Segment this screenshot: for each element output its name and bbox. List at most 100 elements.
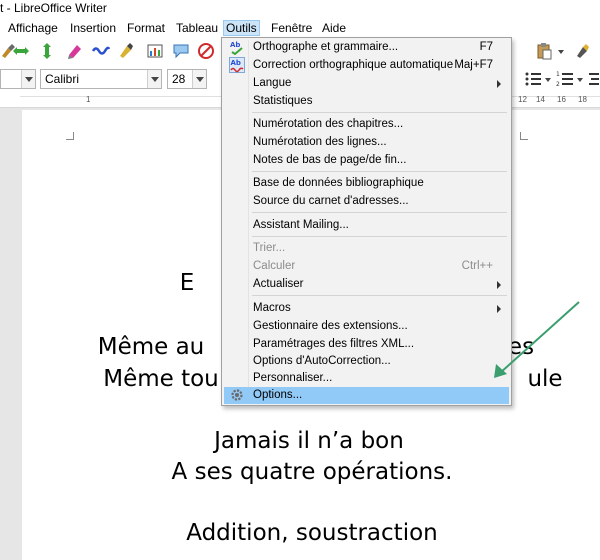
spelling-underline-icon[interactable]: [92, 42, 110, 60]
menu-item-xml-filter-settings[interactable]: Paramétrages des filtres XML...: [224, 336, 509, 353]
menu-separator: [252, 295, 507, 296]
ruler-number: 12: [518, 95, 527, 104]
menu-item-label: Numérotation des lignes...: [253, 136, 387, 148]
horizontal-arrows-icon[interactable]: [12, 42, 30, 60]
menu-separator: [252, 236, 507, 237]
menu-item-label: Options d'AutoCorrection...: [253, 355, 391, 367]
chevron-down-icon[interactable]: [21, 70, 35, 88]
page-corner-mark: [66, 132, 74, 140]
menu-separator: [252, 212, 507, 213]
menu-format[interactable]: Format: [125, 20, 167, 36]
font-name-combo[interactable]: Calibri: [40, 69, 162, 89]
submenu-arrow-icon: [497, 80, 501, 88]
menu-tableau[interactable]: Tableau: [174, 20, 220, 36]
menu-item-auto-spellcheck[interactable]: Ab Correction orthographique automatique…: [224, 57, 509, 74]
menu-item-label: Langue: [253, 77, 292, 89]
ruler-number: 18: [578, 95, 587, 104]
document-line: Jamais il n’a bon: [214, 428, 404, 454]
submenu-arrow-icon: [497, 281, 501, 289]
window-title: t - LibreOffice Writer: [0, 1, 107, 15]
formatting-marks-icon[interactable]: [117, 42, 135, 60]
menu-item-label: Orthographe et grammaire...: [253, 41, 399, 53]
submenu-arrow-icon: [497, 305, 501, 313]
menu-item-label: Assistant Mailing...: [253, 219, 349, 231]
menu-item-shortcut: Ctrl++: [461, 260, 493, 272]
menu-separator: [252, 171, 507, 172]
paste-icon[interactable]: [535, 42, 553, 60]
svg-text:Ab: Ab: [230, 41, 240, 49]
paste-dropdown-icon[interactable]: [557, 42, 565, 60]
menu-insertion[interactable]: Insertion: [68, 20, 118, 36]
menu-item-line-numbering[interactable]: Numérotation des lignes...: [224, 134, 509, 151]
bullet-list-icon[interactable]: [524, 70, 542, 88]
highlighter-icon[interactable]: [66, 42, 84, 60]
menu-item-label: Statistiques: [253, 95, 313, 107]
menu-item-label: Trier...: [253, 242, 286, 254]
menu-item-extension-manager[interactable]: Gestionnaire des extensions...: [224, 318, 509, 335]
title-bar: t - LibreOffice Writer: [0, 0, 600, 18]
menu-affichage[interactable]: Affichage: [6, 20, 60, 36]
menu-item-address-book-source[interactable]: Source du carnet d'adresses...: [224, 193, 509, 210]
menu-aide[interactable]: Aide: [320, 20, 348, 36]
numbering-dropdown-icon[interactable]: [576, 70, 584, 88]
font-size-value: 28: [172, 72, 186, 86]
menu-item-bibliography-db[interactable]: Base de données bibliographique: [224, 175, 509, 192]
menu-fenetre[interactable]: Fenêtre: [269, 20, 314, 36]
menu-item-label: Paramétrages des filtres XML...: [253, 338, 415, 350]
menu-item-options[interactable]: Options...: [224, 387, 509, 404]
menu-item-label: Options...: [253, 389, 303, 401]
comment-icon[interactable]: [172, 42, 190, 60]
menu-item-customize[interactable]: Personnaliser...: [224, 370, 509, 387]
ruler-number: 14: [536, 95, 545, 104]
track-changes-icon[interactable]: [197, 42, 215, 60]
numbered-list-icon[interactable]: 12: [556, 70, 574, 88]
menu-item-autocorrect-options[interactable]: Options d'AutoCorrection...: [224, 353, 509, 370]
chevron-down-icon[interactable]: [192, 70, 206, 88]
menu-item-label: Macros: [253, 302, 291, 314]
menu-item-label: Source du carnet d'adresses...: [253, 195, 409, 207]
document-line: Addition, soustraction: [186, 520, 438, 546]
menu-item-update[interactable]: Actualiser: [224, 276, 509, 293]
page-corner-mark: [520, 132, 528, 140]
svg-text:2: 2: [556, 81, 560, 88]
menu-item-label: Actualiser: [253, 278, 304, 290]
chevron-down-icon[interactable]: [147, 70, 161, 88]
menu-item-chapter-numbering[interactable]: Numérotation des chapitres...: [224, 116, 509, 133]
ruler-number: 1: [86, 95, 91, 104]
menu-item-label: Notes de bas de page/de fin...: [253, 154, 407, 166]
menu-item-language[interactable]: Langue: [224, 75, 509, 92]
menu-item-label: Personnaliser...: [253, 372, 333, 384]
chart-icon[interactable]: [146, 42, 164, 60]
outline-icon[interactable]: [588, 70, 600, 88]
menu-item-macros[interactable]: Macros: [224, 300, 509, 317]
menu-bar: Affichage Insertion Format Tableau Outil…: [0, 18, 600, 38]
vertical-arrows-icon[interactable]: [38, 42, 56, 60]
clone-brush-icon[interactable]: [573, 42, 591, 60]
menu-item-shortcut: F7: [479, 41, 493, 53]
font-name-value: Calibri: [45, 72, 80, 86]
menu-item-mail-merge-wizard[interactable]: Assistant Mailing...: [224, 217, 509, 234]
font-size-combo[interactable]: 28: [167, 69, 207, 89]
menu-outils[interactable]: Outils: [223, 20, 260, 36]
spelling-icon: Ab: [230, 41, 243, 55]
bullet-dropdown-icon[interactable]: [544, 70, 552, 88]
menu-item-label: Base de données bibliographique: [253, 177, 424, 189]
menu-item-footnotes[interactable]: Notes de bas de page/de fin...: [224, 152, 509, 169]
menu-item-label: Numérotation des chapitres...: [253, 118, 404, 130]
menu-item-label: Calculer: [253, 260, 296, 272]
menu-item-sort: Trier...: [224, 240, 509, 257]
svg-text:1: 1: [556, 71, 560, 78]
menu-item-label: Correction orthographique automatique: [253, 59, 454, 71]
document-line: A ses quatre opérations.: [171, 459, 453, 485]
menu-item-calculate: Calculer Ctrl++: [224, 258, 509, 275]
ruler-number: 16: [557, 95, 566, 104]
gear-icon: [231, 389, 243, 401]
tools-menu: Ab Orthographe et grammaire... F7 Ab Cor…: [221, 37, 512, 406]
menu-item-statistics[interactable]: Statistiques: [224, 93, 509, 110]
svg-text:Ab: Ab: [231, 59, 241, 67]
menu-item-shortcut: Maj+F7: [454, 59, 493, 71]
menu-item-label: Gestionnaire des extensions...: [253, 320, 408, 332]
menu-separator: [252, 112, 507, 113]
menu-item-spelling[interactable]: Ab Orthographe et grammaire... F7: [224, 39, 509, 56]
paragraph-style-combo[interactable]: [0, 69, 36, 89]
